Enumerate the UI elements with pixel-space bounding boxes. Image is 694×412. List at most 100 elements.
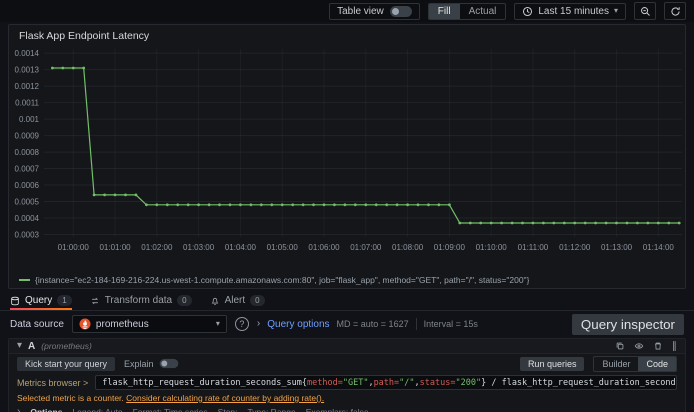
svg-text:0.0009: 0.0009 (15, 132, 40, 141)
svg-text:0.0006: 0.0006 (15, 181, 40, 190)
options-label: Options (30, 407, 63, 412)
option-format: Format: Time series (132, 407, 208, 412)
eye-icon[interactable] (634, 341, 644, 351)
tab-alert-label: Alert (224, 295, 246, 306)
tab-transform-label: Transform data (104, 295, 173, 306)
datasource-label: Data source (10, 318, 64, 330)
svg-text:0.0011: 0.0011 (15, 99, 39, 108)
svg-text:01:13:00: 01:13:00 (601, 243, 633, 252)
svg-text:01:04:00: 01:04:00 (225, 243, 257, 252)
warning-text: Selected metric is a counter. (17, 393, 124, 403)
explain-label: Explain (124, 358, 154, 369)
option-legend: Legend: Auto (72, 407, 123, 412)
svg-text:01:09:00: 01:09:00 (434, 243, 466, 252)
trash-icon[interactable] (653, 341, 663, 351)
refresh-icon (670, 6, 681, 17)
panel-title: Flask App Endpoint Latency (19, 30, 150, 42)
counter-warning: Selected metric is a counter. Consider c… (9, 392, 685, 403)
query-options-toggle[interactable]: › Query options MD = auto = 1627 Interva… (257, 318, 478, 330)
tab-query-badge: 1 (57, 295, 72, 306)
help-icon[interactable]: ? (234, 317, 249, 331)
table-view-label: Table view (337, 5, 384, 17)
svg-text:01:08:00: 01:08:00 (392, 243, 424, 252)
option-type: Type: Range (247, 407, 296, 412)
tab-alert-badge: 0 (250, 295, 265, 306)
transform-icon (90, 296, 100, 306)
bell-icon (210, 296, 220, 306)
chevron-right-icon: › (256, 318, 261, 329)
table-view-group: Table view (329, 2, 420, 20)
query-inspector-button[interactable]: Query inspector (571, 313, 684, 335)
actual-option[interactable]: Actual (460, 4, 506, 19)
drag-handle-icon[interactable]: ∥ (672, 341, 677, 352)
panel-editor-toolbar: Table view Fill Actual Last 15 minutes ▾ (0, 0, 694, 22)
fill-actual-segmented: Fill Actual (427, 2, 507, 20)
explain-group: Explain (124, 358, 180, 369)
legend-series-label[interactable]: {instance="ec2-184-169-216-224.us-west-1… (35, 275, 529, 285)
warning-rate-link[interactable]: Consider calculating rate of counter by … (126, 393, 324, 403)
builder-option[interactable]: Builder (594, 357, 638, 371)
tab-alert[interactable]: Alert 0 (210, 295, 265, 310)
chevron-down-icon[interactable]: ▾ (17, 341, 22, 351)
search-minus-icon (640, 6, 651, 17)
divider (415, 318, 417, 330)
svg-text:0.0008: 0.0008 (15, 148, 40, 157)
svg-text:0.0004: 0.0004 (15, 214, 40, 223)
option-step: Step: (217, 407, 238, 412)
kick-start-query-button[interactable]: Kick start your query (17, 356, 116, 371)
tab-transform-data[interactable]: Transform data 0 (90, 295, 192, 310)
prometheus-icon (79, 318, 91, 330)
svg-text:0.0012: 0.0012 (15, 82, 40, 91)
svg-text:01:07:00: 01:07:00 (350, 243, 382, 252)
query-editor-row: Metrics browser > flask_http_request_dur… (9, 373, 685, 392)
clock-icon (522, 6, 533, 17)
code-option[interactable]: Code (638, 356, 676, 371)
svg-text:01:02:00: 01:02:00 (141, 243, 173, 252)
chart-area: 01:00:00 01:01:00 01:02:00 01:03:00 01:04:00… (10, 43, 686, 269)
query-toolbar: Kick start your query Explain Run querie… (9, 354, 685, 373)
chart-legend: {instance="ec2-184-169-216-224.us-west-1… (19, 275, 529, 285)
zoom-out-time-button[interactable] (634, 2, 656, 20)
datasource-picker[interactable]: prometheus ▾ (71, 315, 227, 333)
query-row-header[interactable]: ▾ A (prometheus) ∥ (9, 339, 685, 354)
datasource-row: Data source prometheus ▾ ? › Query optio… (0, 312, 694, 336)
svg-text:01:00:00: 01:00:00 (58, 243, 90, 252)
svg-text:01:10:00: 01:10:00 (476, 243, 508, 252)
query-expression: flask_http_request_duration_seconds_sum{… (102, 377, 676, 388)
interval-summary: Interval = 15s (423, 319, 478, 329)
svg-text:01:11:00: 01:11:00 (518, 243, 549, 252)
run-queries-button[interactable]: Run queries (519, 356, 585, 371)
explain-toggle[interactable] (159, 358, 178, 369)
query-expression-input[interactable]: flask_http_request_duration_seconds_sum{… (95, 375, 677, 390)
max-data-points-summary: MD = auto = 1627 (336, 319, 409, 329)
table-view-toggle[interactable] (389, 5, 412, 17)
svg-text:0.0014: 0.0014 (15, 49, 40, 58)
query-options-label: Query options (267, 318, 330, 330)
metrics-browser-button[interactable]: Metrics browser > (17, 378, 88, 388)
svg-text:01:12:00: 01:12:00 (559, 243, 591, 252)
builder-code-segmented: Builder Code (593, 355, 677, 372)
svg-text:01:03:00: 01:03:00 (183, 243, 215, 252)
chevron-right-icon: › (17, 406, 21, 412)
database-icon (10, 296, 20, 306)
svg-text:0.001: 0.001 (19, 115, 40, 124)
svg-text:0.0013: 0.0013 (15, 66, 40, 75)
time-range-picker[interactable]: Last 15 minutes ▾ (514, 2, 626, 20)
copy-icon[interactable] (615, 341, 625, 351)
fill-option[interactable]: Fill (428, 3, 460, 19)
tab-query-label: Query (25, 295, 53, 306)
refresh-button[interactable] (664, 2, 686, 20)
svg-text:0.0007: 0.0007 (15, 165, 40, 174)
tab-transform-badge: 0 (177, 295, 192, 306)
query-options-summary-row[interactable]: › Options Legend: Auto Format: Time seri… (9, 405, 685, 412)
caret-down-icon: ▾ (215, 319, 220, 328)
latency-chart[interactable]: 01:00:00 01:01:00 01:02:00 01:03:00 01:04:00… (10, 43, 686, 269)
caret-down-icon: ▾ (613, 6, 618, 15)
svg-text:01:14:00: 01:14:00 (643, 243, 675, 252)
tab-query[interactable]: Query 1 (10, 295, 72, 310)
svg-text:0.0005: 0.0005 (15, 198, 40, 207)
time-range-label: Last 15 minutes (538, 5, 609, 17)
query-row-actions: ∥ (615, 341, 677, 352)
svg-text:01:01:00: 01:01:00 (99, 243, 131, 252)
query-datasource-hint: (prometheus) (41, 341, 92, 351)
